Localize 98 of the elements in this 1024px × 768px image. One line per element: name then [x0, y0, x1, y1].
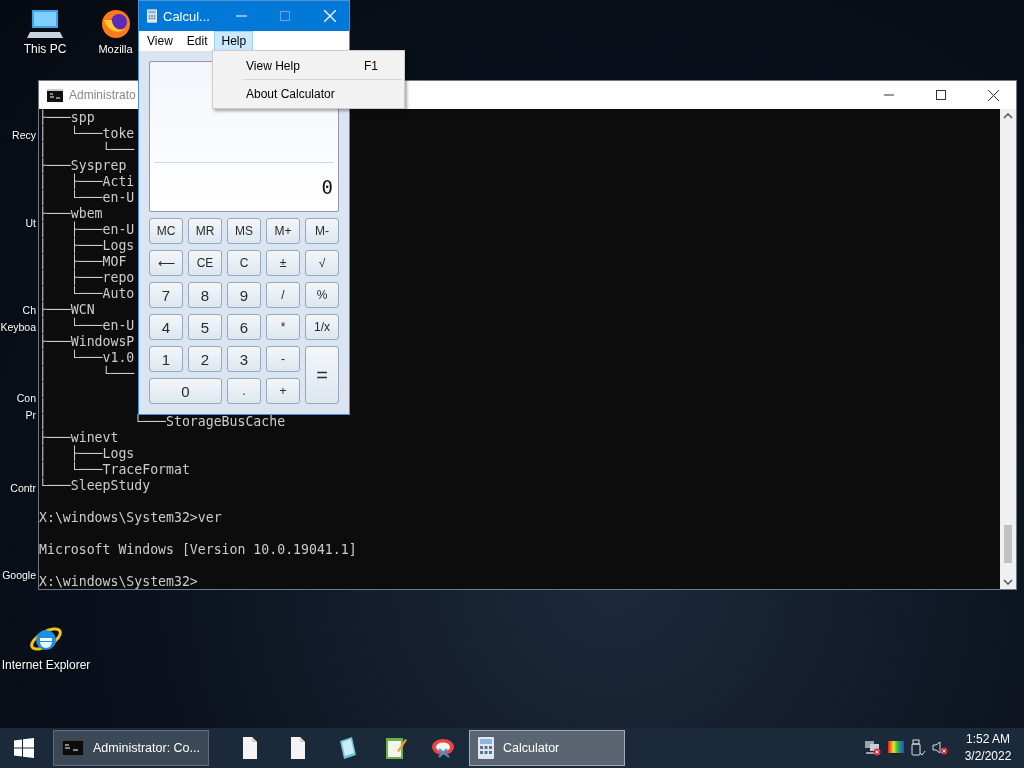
console-line: │ ├───Logs: [39, 446, 135, 461]
calculator-key[interactable]: %: [305, 282, 339, 308]
console-line: │ └───: [39, 366, 135, 381]
menu-item[interactable]: View: [140, 31, 180, 51]
maximize-icon[interactable]: [936, 90, 946, 100]
scroll-thumb[interactable]: [1004, 525, 1012, 563]
console-line: │ ├───repo: [39, 270, 135, 285]
calculator-key[interactable]: √: [305, 250, 339, 276]
desktop-icon-label[interactable]: Ch: [22, 303, 36, 318]
console-line: │ └───toke: [39, 126, 135, 141]
calculator-key[interactable]: 3: [227, 346, 261, 372]
maximize-icon: [280, 11, 291, 21]
console-line: └───SleepStudy: [39, 478, 151, 494]
scroll-down-icon[interactable]: [1003, 579, 1013, 585]
desktop-icon-label[interactable]: Mozilla: [98, 42, 133, 57]
scrollbar[interactable]: [1000, 109, 1016, 589]
network-icon[interactable]: [864, 740, 882, 756]
calculator-key[interactable]: MS: [227, 218, 261, 244]
console-line: ├───winevt: [39, 430, 119, 445]
desktop-icon-label[interactable]: Pr: [25, 408, 36, 423]
scroll-up-icon[interactable]: [1003, 113, 1013, 119]
calculator-key[interactable]: MR: [188, 218, 222, 244]
display-value: 0: [321, 176, 333, 198]
calculator-key[interactable]: 8: [188, 282, 222, 308]
calculator-icon: [478, 737, 494, 759]
calculator-key[interactable]: .: [227, 378, 261, 404]
desktop-icon-label[interactable]: Recy: [12, 128, 36, 143]
speaker-muted-icon[interactable]: [931, 740, 949, 756]
console-line: ├───spp: [39, 110, 95, 125]
calculator-key[interactable]: /: [266, 282, 300, 308]
clock[interactable]: 1:52 AM 3/2/2022: [960, 731, 1016, 765]
calculator-key[interactable]: 0: [149, 378, 222, 404]
console-line: │ ├───MOF: [39, 254, 127, 269]
clock-date: 3/2/2022: [964, 748, 1012, 765]
clock-time: 1:52 AM: [966, 731, 1010, 748]
menu-item[interactable]: About Calculator: [213, 81, 404, 106]
calculator-key[interactable]: 7: [149, 282, 183, 308]
menu-item[interactable]: Edit: [179, 31, 215, 51]
calculator-key[interactable]: *: [266, 314, 300, 340]
display-icon[interactable]: [887, 740, 905, 756]
calculator-key[interactable]: M-: [305, 218, 339, 244]
console-line: X:\windows\System32>ver: [39, 510, 222, 526]
calculator-key[interactable]: MC: [149, 218, 183, 244]
calculator-key[interactable]: M+: [266, 218, 300, 244]
calculator-key[interactable]: 5: [188, 314, 222, 340]
console-line: │: [39, 382, 47, 397]
close-icon[interactable]: [987, 89, 999, 101]
taskbar-button[interactable]: Calculator: [469, 730, 625, 766]
calculator-key[interactable]: -: [266, 346, 300, 372]
calculator-key[interactable]: 1/x: [305, 314, 339, 340]
calculator-key[interactable]: ±: [266, 250, 300, 276]
console-line: │ └───StorageBusCache: [39, 414, 286, 429]
desktop-icon-label[interactable]: Keyboa: [0, 320, 36, 335]
usb-drive-icon[interactable]: [910, 739, 926, 757]
calculator-key[interactable]: ⟵: [149, 250, 183, 276]
console-line: │ └───en-U: [39, 318, 135, 333]
console-line: │ ├───Logs: [39, 238, 135, 253]
start-icon[interactable]: [14, 738, 34, 758]
console-line: │ └───: [39, 142, 135, 157]
taskbar-button[interactable]: Administrator: Co...: [53, 730, 209, 766]
computer-icon: [27, 8, 63, 40]
console-line: X:\windows\System32>: [39, 574, 198, 589]
calculator-key[interactable]: +: [266, 378, 300, 404]
calculator-key[interactable]: 1: [149, 346, 183, 372]
window-title: Administrato: [69, 88, 136, 102]
calculator-key[interactable]: CE: [188, 250, 222, 276]
calculator-icon: [147, 8, 157, 24]
console-icon: [62, 740, 84, 756]
desktop-icon-label[interactable]: Google: [2, 568, 36, 583]
console-line: │ └───en-U: [39, 190, 135, 205]
desktop-icon-label[interactable]: Con: [16, 391, 36, 406]
console-icon: [47, 88, 63, 102]
console-line: │ ├───en-U: [39, 222, 135, 237]
console-line: │: [39, 398, 47, 413]
console-line: ├───WCN: [39, 302, 95, 317]
console-line: │ └───TraceFormat: [39, 462, 190, 477]
calculator-key[interactable]: =: [305, 346, 339, 404]
calculator-key[interactable]: 9: [227, 282, 261, 308]
menu-item[interactable]: Help: [214, 31, 254, 51]
desktop-icon-label[interactable]: This PC: [23, 42, 67, 57]
console-line: │ └───v1.0: [39, 350, 135, 365]
calculator-key[interactable]: 6: [227, 314, 261, 340]
console-line: ├───WindowsP: [39, 334, 135, 349]
console-line: │ └───Auto: [39, 286, 135, 301]
calculator-key[interactable]: 2: [188, 346, 222, 372]
menu-item[interactable]: View Help F1: [213, 53, 404, 78]
console-line: │ ├───Acti: [39, 174, 135, 189]
calculator-key[interactable]: 4: [149, 314, 183, 340]
desktop-icon-label[interactable]: Ut: [25, 216, 36, 231]
window-title: Calcul...: [163, 8, 210, 24]
paint-icon[interactable]: [383, 735, 407, 761]
console-line: ├───Sysprep: [39, 158, 127, 173]
calculator-key[interactable]: C: [227, 250, 261, 276]
console-line: Microsoft Windows [Version 10.0.19041.1]: [39, 542, 357, 558]
desktop-icon-label[interactable]: Internet Explorer: [1, 658, 91, 673]
console-line: ├───wbem: [39, 206, 103, 221]
desktop-icon-label[interactable]: Contr: [10, 481, 36, 496]
browser-icon: [99, 8, 132, 40]
